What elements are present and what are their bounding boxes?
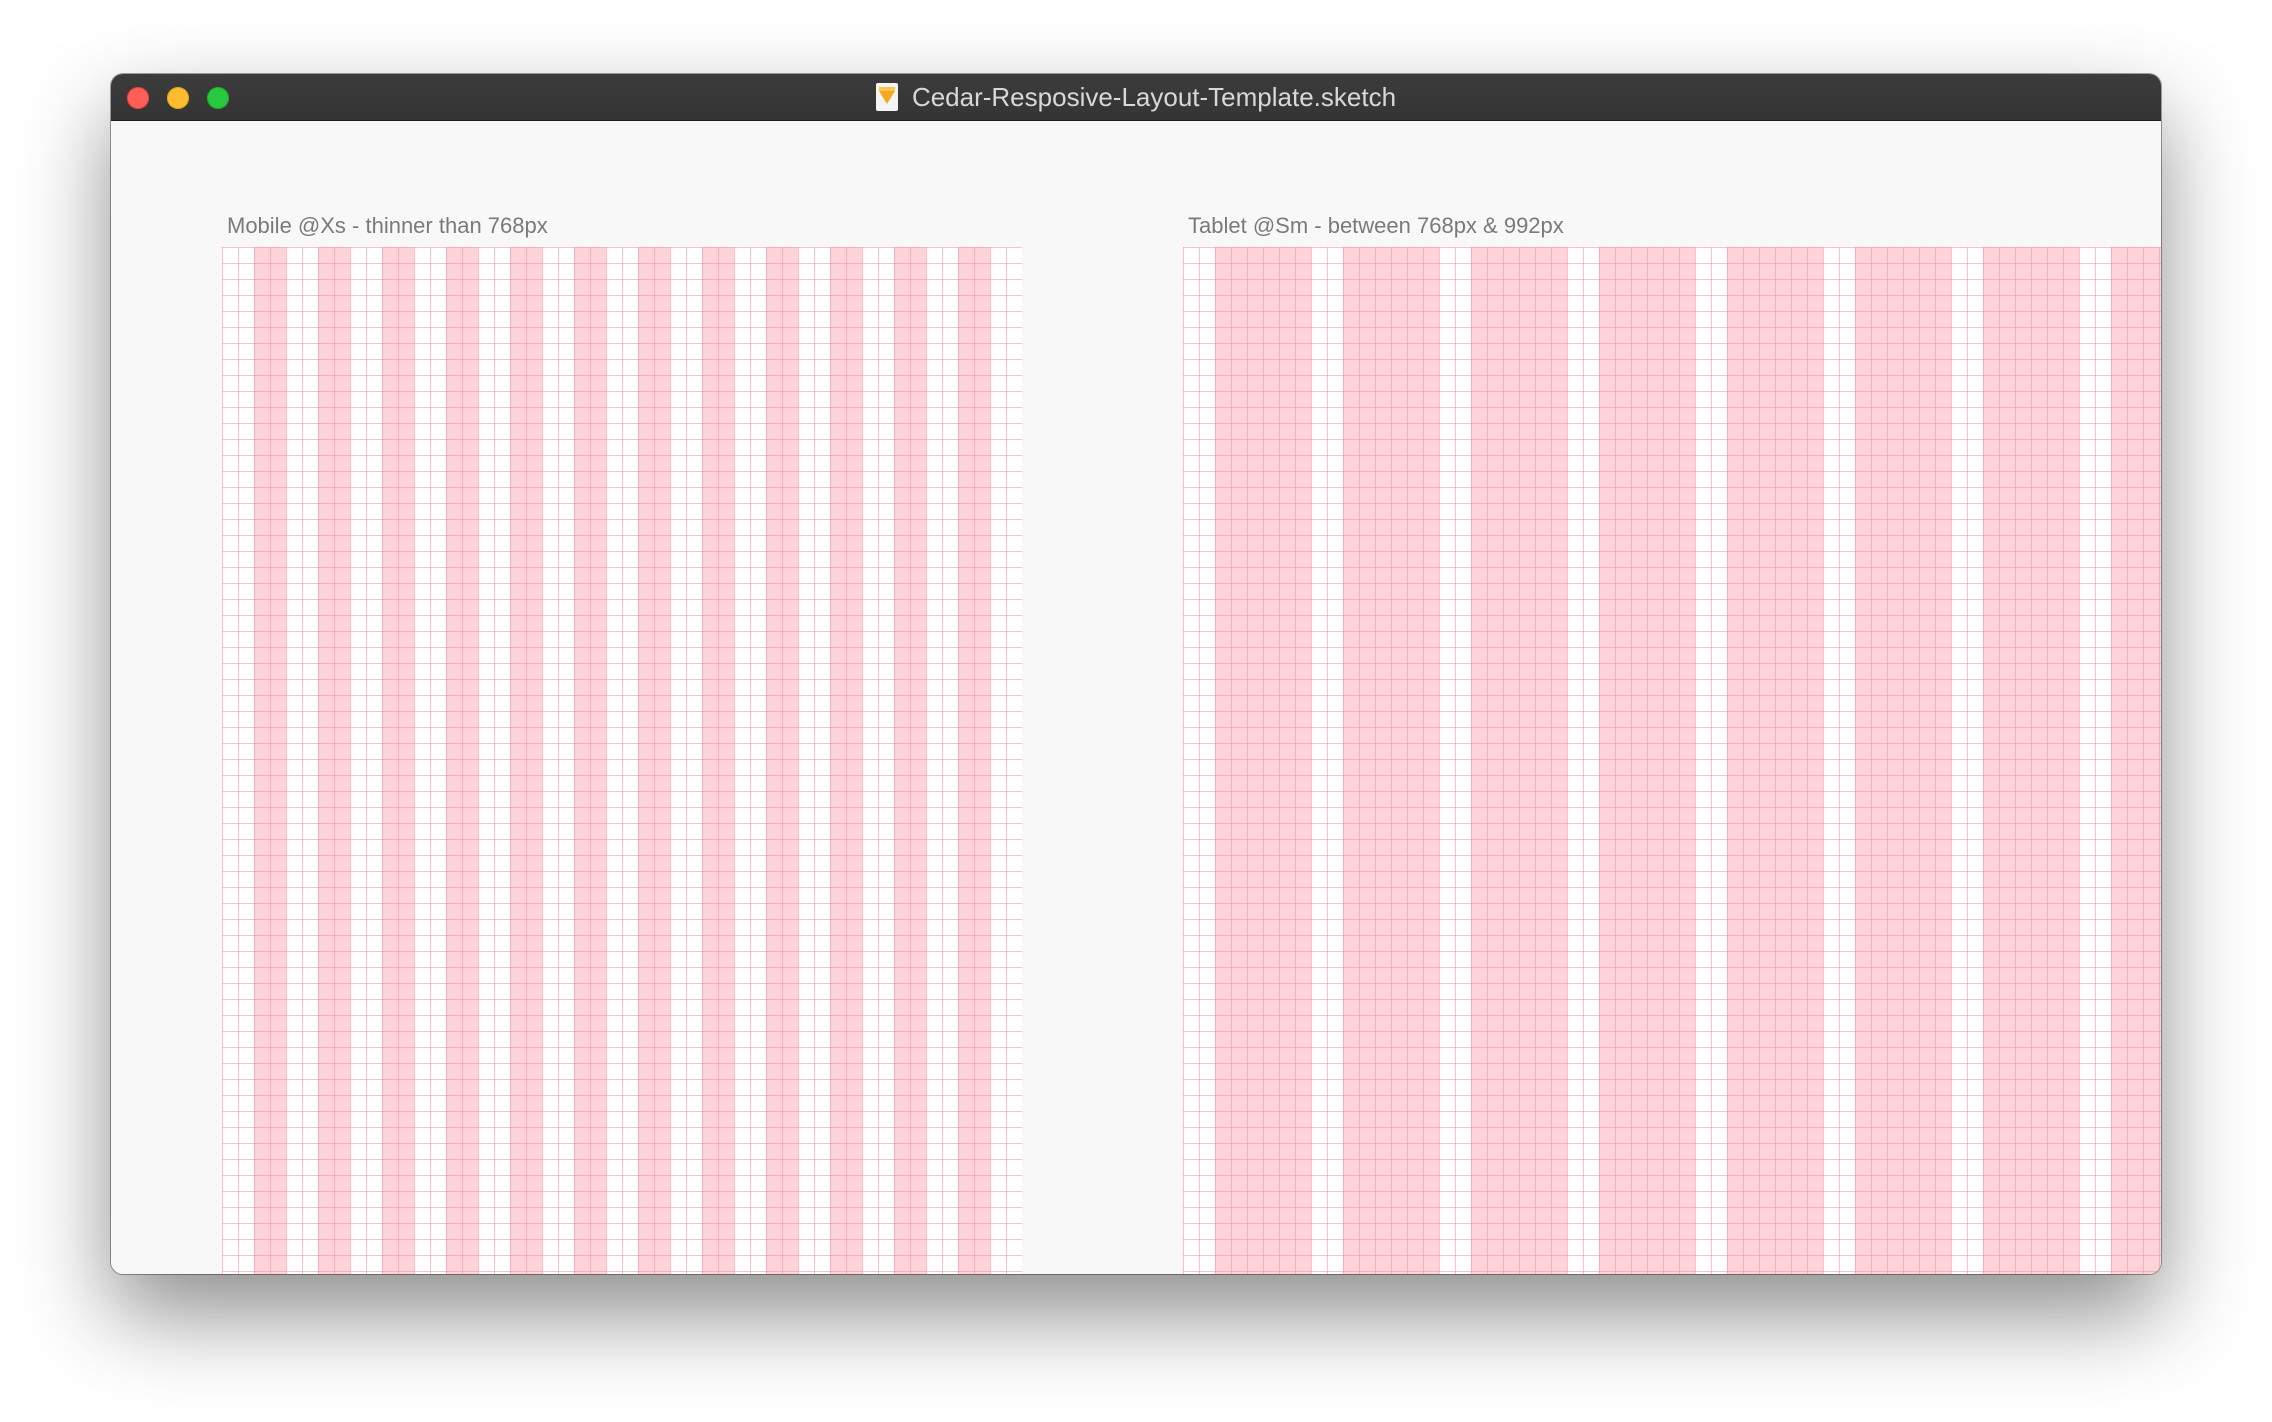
design-canvas[interactable]: Mobile @Xs - thinner than 768px Tablet @…	[111, 121, 2161, 1274]
sketch-file-icon	[875, 83, 898, 111]
title-bar[interactable]: Cedar-Resposive-Layout-Template.sketch	[111, 74, 2161, 121]
window-title-area: Cedar-Resposive-Layout-Template.sketch	[111, 74, 2161, 120]
artboard-label-tablet[interactable]: Tablet @Sm - between 768px & 992px	[1188, 213, 1564, 239]
artboard-mobile-grid[interactable]	[222, 247, 1022, 1274]
artboard-tablet-grid[interactable]	[1183, 247, 2161, 1274]
app-window: Cedar-Resposive-Layout-Template.sketch M…	[111, 74, 2161, 1274]
window-title: Cedar-Resposive-Layout-Template.sketch	[911, 81, 1397, 112]
artboard-label-mobile[interactable]: Mobile @Xs - thinner than 768px	[227, 213, 548, 239]
